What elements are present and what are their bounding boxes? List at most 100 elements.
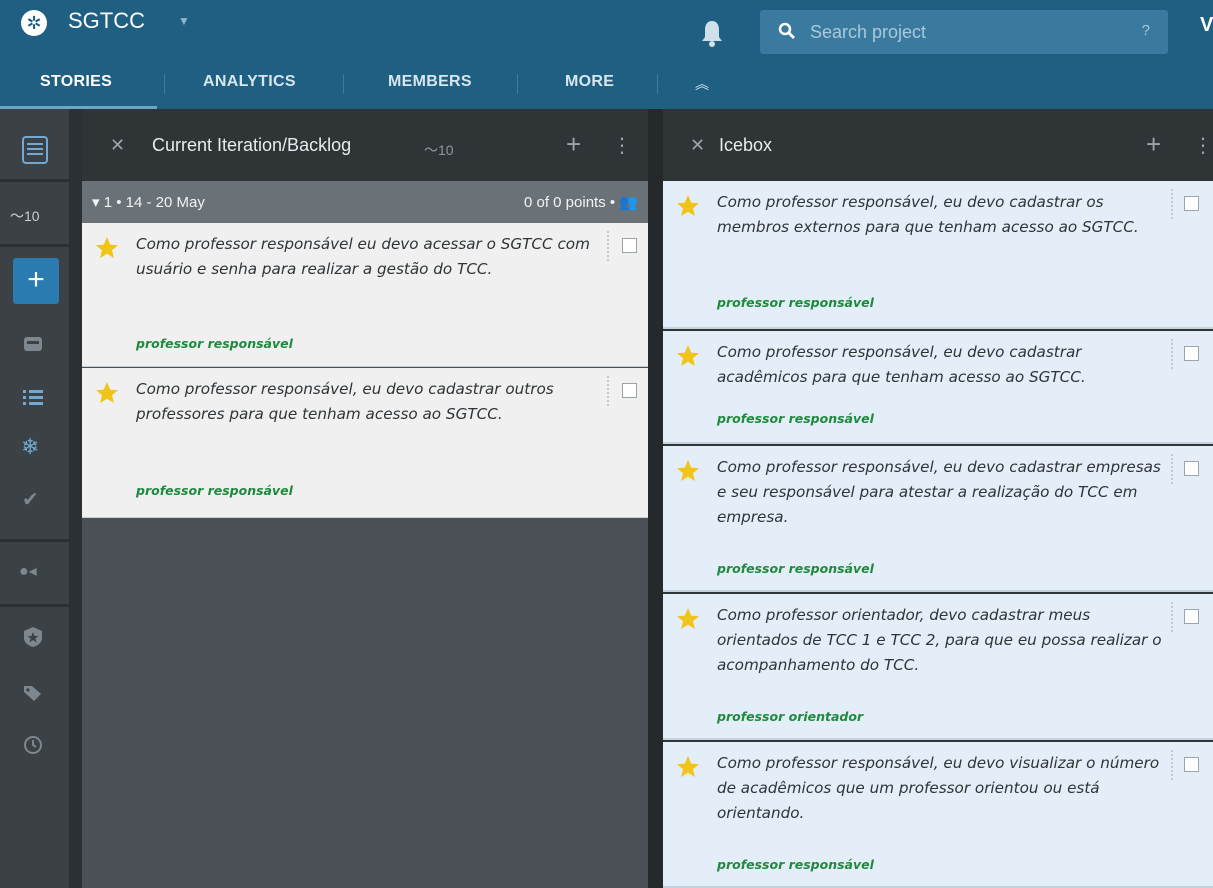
iteration-label: 1 • 14 - 20 May <box>103 194 205 211</box>
search-box[interactable]: ? <box>760 10 1168 54</box>
velocity-value: 10 <box>24 208 40 224</box>
story-select-checkbox[interactable] <box>1184 346 1199 361</box>
story-label-tag[interactable]: professor responsável <box>717 295 874 310</box>
project-name[interactable]: SGTCC <box>68 8 145 34</box>
story-label-tag[interactable]: professor responsável <box>717 411 874 426</box>
clock-icon[interactable] <box>22 734 44 756</box>
story-drag-handle[interactable] <box>1171 189 1173 219</box>
story-label-tag[interactable]: professor responsável <box>136 336 293 351</box>
search-help-icon[interactable]: ? <box>1142 22 1150 39</box>
story-card[interactable]: Como professor responsável, eu devo cada… <box>663 446 1213 592</box>
story-drag-handle[interactable] <box>1171 339 1173 369</box>
sidebar-gutter <box>70 109 82 888</box>
story-card[interactable]: Como professor responsável, eu devo cada… <box>663 331 1213 444</box>
search-input[interactable] <box>810 19 1130 45</box>
nav-separator <box>164 74 165 94</box>
top-bar: ✲ SGTCC ▼ ? V STORIES ANALYTICS MEMBERS … <box>0 0 1213 109</box>
story-label-tag[interactable]: professor responsável <box>136 483 293 498</box>
app-logo-icon[interactable]: ✲ <box>21 10 47 36</box>
story-title: Como professor responsável, eu devo cada… <box>136 380 554 423</box>
story-card[interactable]: Como professor responsável eu devo acess… <box>82 223 648 367</box>
velocity-icon: 〜 <box>424 142 438 158</box>
story-card[interactable]: Como professor orientador, devo cadastra… <box>663 594 1213 740</box>
panels-icon[interactable] <box>22 136 48 164</box>
velocity-icon: 〜 <box>10 208 24 224</box>
tab-stories[interactable]: STORIES <box>40 73 112 91</box>
story-title: Como professor responsável eu devo acess… <box>136 235 590 278</box>
add-story-icon[interactable]: + <box>566 129 581 160</box>
story-card[interactable]: Como professor responsável, eu devo cada… <box>663 181 1213 329</box>
story-drag-handle[interactable] <box>607 376 609 406</box>
story-select-checkbox[interactable] <box>1184 609 1199 624</box>
feature-star-icon <box>96 237 118 258</box>
tab-members[interactable]: MEMBERS <box>388 73 472 91</box>
story-label-tag[interactable]: professor orientador <box>717 709 863 724</box>
add-story-icon[interactable]: + <box>1146 129 1161 160</box>
story-title: Como professor responsável, eu devo cada… <box>717 458 1161 526</box>
story-title: Como professor responsável, eu devo visu… <box>717 754 1160 822</box>
story-select-checkbox[interactable] <box>1184 757 1199 772</box>
iteration-points-wrap: 0 of 0 points • 👥 <box>524 193 638 211</box>
backlog-list-icon[interactable] <box>22 387 44 407</box>
feature-star-icon <box>677 756 699 777</box>
iteration-label-wrap: ▾ 1 • 14 - 20 May <box>92 193 205 211</box>
sidebar-divider <box>0 539 70 542</box>
panel-menu-icon[interactable]: ⋮ <box>612 133 632 158</box>
backlog-points: 〜10 <box>424 140 454 160</box>
story-select-checkbox[interactable] <box>1184 461 1199 476</box>
labels-tag-icon[interactable] <box>22 682 44 702</box>
close-panel-icon[interactable]: ✕ <box>690 135 705 156</box>
story-drag-handle[interactable] <box>607 231 609 261</box>
backlog-panel-header: ✕ Current Iteration/Backlog 〜10 + ⋮ <box>82 109 648 181</box>
backlog-points-value: 10 <box>438 142 454 158</box>
notifications-bell-icon[interactable] <box>699 19 725 49</box>
story-card[interactable]: Como professor responsável, eu devo cada… <box>82 368 648 518</box>
velocity-indicator: 〜10 <box>10 206 40 226</box>
sidebar-divider <box>0 179 70 182</box>
tab-more[interactable]: MORE <box>565 73 614 91</box>
panel-title: Current Iteration/Backlog <box>152 135 352 155</box>
story-card[interactable]: Como professor responsável, eu devo visu… <box>663 742 1213 888</box>
story-drag-handle[interactable] <box>1171 454 1173 484</box>
story-drag-handle[interactable] <box>1171 602 1173 632</box>
search-icon <box>778 22 795 39</box>
panel-menu-icon[interactable]: ⋮ <box>1193 133 1213 158</box>
feature-star-icon <box>677 608 699 629</box>
icebox-snowflake-icon[interactable]: ❄ <box>21 434 39 460</box>
add-story-button[interactable]: + <box>13 258 59 304</box>
sidebar-divider <box>0 244 70 247</box>
sidebar-divider <box>0 604 70 607</box>
collapse-iteration-icon[interactable]: ▾ <box>92 194 100 211</box>
epics-badge-icon[interactable] <box>22 626 44 648</box>
feature-star-icon <box>677 345 699 366</box>
user-menu[interactable]: V <box>1200 14 1213 37</box>
iteration-header[interactable]: ▾ 1 • 14 - 20 May 0 of 0 points • 👥 <box>82 181 648 223</box>
story-select-checkbox[interactable] <box>622 383 637 398</box>
done-check-icon[interactable]: ✔ <box>22 487 39 512</box>
team-strength-icon[interactable]: 👥 <box>619 194 638 211</box>
story-label-tag[interactable]: professor responsável <box>717 561 874 576</box>
story-select-checkbox[interactable] <box>622 238 637 253</box>
my-work-icon[interactable] <box>22 334 44 354</box>
nav-separator <box>517 74 518 94</box>
close-panel-icon[interactable]: ✕ <box>110 135 125 156</box>
panel-divider <box>648 109 663 888</box>
backlog-panel: ✕ Current Iteration/Backlog 〜10 + ⋮ ▾ 1 … <box>82 109 648 888</box>
story-title: Como professor responsável, eu devo cada… <box>717 343 1086 386</box>
left-sidebar: 〜10 + ❄ ✔ ●◂ <box>0 109 70 888</box>
story-drag-handle[interactable] <box>1171 750 1173 780</box>
project-dropdown-caret-icon[interactable]: ▼ <box>178 14 190 28</box>
panel-title: Icebox <box>719 135 773 155</box>
tab-analytics[interactable]: ANALYTICS <box>203 73 296 91</box>
story-label-tag[interactable]: professor responsável <box>717 857 874 872</box>
feature-star-icon <box>677 460 699 481</box>
feature-star-icon <box>677 195 699 216</box>
story-title: Como professor orientador, devo cadastra… <box>717 606 1162 674</box>
iteration-points: 0 of 0 points • <box>523 194 616 211</box>
story-select-checkbox[interactable] <box>1184 196 1199 211</box>
history-arrows-icon[interactable]: ●◂ <box>19 561 37 581</box>
icebox-panel-header: ✕ Icebox + ⋮ <box>663 109 1213 181</box>
story-title: Como professor responsável, eu devo cada… <box>717 193 1139 236</box>
collapse-nav-icon[interactable]: ︽ <box>695 74 709 94</box>
nav-separator <box>657 74 658 94</box>
